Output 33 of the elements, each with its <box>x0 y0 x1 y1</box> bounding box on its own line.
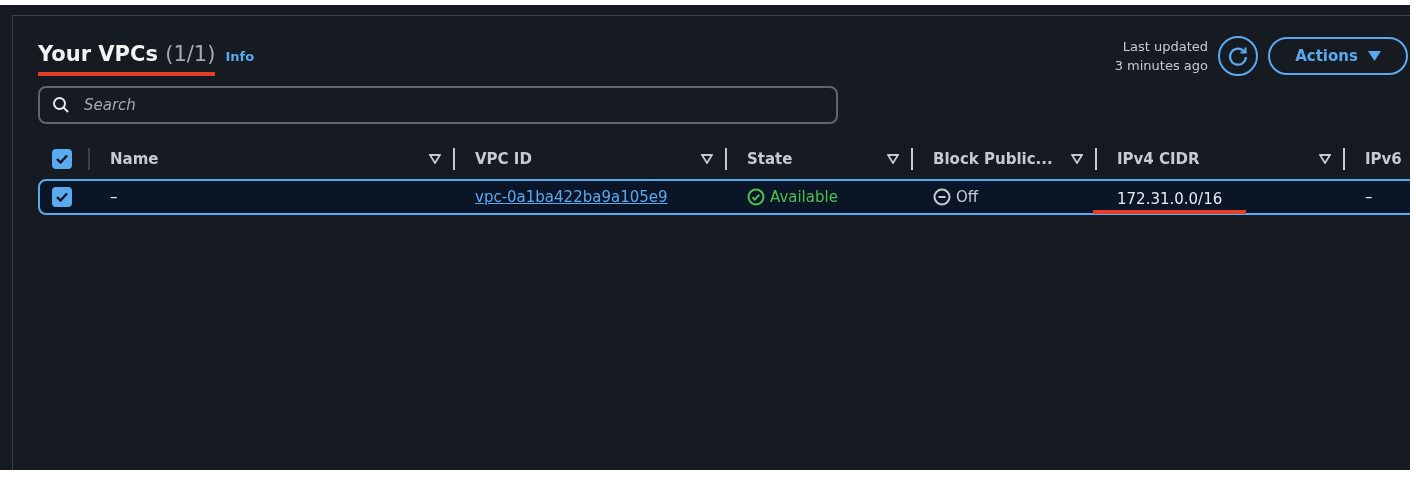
sort-icon[interactable] <box>1319 154 1331 164</box>
check-circle-icon <box>747 188 765 206</box>
table-cell-text: – <box>110 187 118 208</box>
checkbox[interactable] <box>52 187 72 207</box>
checkmark-icon <box>56 154 68 164</box>
vpc-id-link[interactable]: vpc-0a1ba422ba9a105e9 <box>475 184 668 210</box>
table-cell-text: – <box>1365 187 1373 208</box>
table-row[interactable]: – vpc-0a1ba422ba9a105e9 Available Off 172.31.0.0/16 – <box>38 179 1410 215</box>
checkbox[interactable] <box>52 149 72 169</box>
column-header[interactable]: State <box>747 150 887 168</box>
refresh-icon <box>1227 45 1249 67</box>
last-updated-text: Last updated 3 minutes ago <box>1114 38 1208 75</box>
actions-button[interactable]: Actions <box>1268 37 1408 75</box>
refresh-button[interactable] <box>1218 36 1258 76</box>
checkmark-icon <box>56 192 68 202</box>
column-header[interactable]: Block Public... <box>933 150 1071 168</box>
column-header[interactable]: Name <box>110 150 429 168</box>
column-header[interactable]: VPC ID <box>475 150 701 168</box>
minus-circle-icon <box>933 188 951 206</box>
search-field[interactable]: Search <box>38 86 838 124</box>
caret-icon <box>1367 51 1381 61</box>
status-text: Off <box>956 187 979 208</box>
info-link[interactable]: Info <box>225 49 255 64</box>
table-cell: 172.31.0.0/16 <box>1093 186 1247 214</box>
search-icon <box>52 96 70 114</box>
column-header[interactable]: IPv4 CIDR <box>1117 150 1319 168</box>
column-header[interactable]: IPv6 <box>1365 150 1410 168</box>
sort-icon[interactable] <box>429 154 441 164</box>
page-title: Your VPCs (1/1) <box>38 42 216 76</box>
status-text: Available <box>770 187 838 208</box>
sort-icon[interactable] <box>1071 154 1083 164</box>
sort-icon[interactable] <box>887 154 899 164</box>
sort-icon[interactable] <box>701 154 713 164</box>
